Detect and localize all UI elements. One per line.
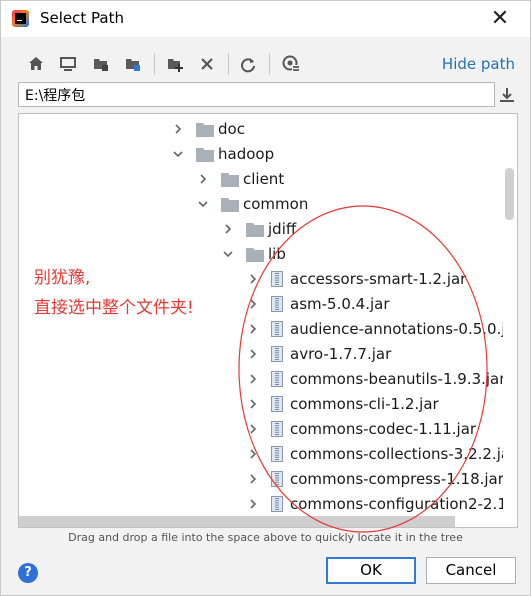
jar-icon: [271, 271, 283, 287]
toolbar-separator: [228, 53, 229, 75]
chevron-right-icon[interactable]: [247, 423, 259, 435]
tree-row[interactable]: avro-1.7.7.jar: [19, 342, 503, 367]
path-input[interactable]: [19, 83, 494, 106]
help-icon[interactable]: ?: [18, 563, 38, 583]
chevron-right-icon[interactable]: [222, 223, 234, 235]
jar-icon: [271, 371, 283, 387]
tree-item-label: commons-codec-1.11.jar: [290, 420, 477, 438]
tree-item-label: client: [243, 170, 285, 188]
chevron-down-icon[interactable]: [222, 248, 234, 260]
folder-icon: [221, 173, 239, 187]
vertical-scrollbar-thumb[interactable]: [505, 168, 514, 220]
dialog-title: Select Path: [40, 9, 124, 27]
horizontal-scrollbar-thumb[interactable]: [19, 516, 455, 527]
tree-row[interactable]: common: [19, 192, 503, 217]
jar-icon: [271, 421, 283, 437]
project-folder-icon[interactable]: [91, 54, 111, 74]
tree-item-label: commons-cli-1.2.jar: [290, 395, 439, 413]
delete-icon[interactable]: [197, 54, 217, 74]
annotation-line-2: 直接选中整个文件夹!: [34, 298, 194, 318]
annotation-line-1: 别犹豫,: [34, 268, 91, 288]
new-folder-icon[interactable]: [165, 54, 185, 74]
tree-row[interactable]: commons-collections-3.2.2.jar: [19, 442, 516, 467]
folder-icon: [246, 248, 264, 262]
horizontal-scrollbar[interactable]: [19, 515, 517, 527]
tree-row[interactable]: commons-configuration2-2.1.1: [19, 492, 517, 517]
show-hidden-icon[interactable]: [281, 54, 301, 74]
tree-item-label: avro-1.7.7.jar: [290, 345, 392, 363]
tree-row[interactable]: commons-beanutils-1.9.3.jar: [19, 367, 506, 392]
tree-item-label: common: [243, 195, 309, 213]
tree-row[interactable]: client: [19, 167, 503, 192]
vertical-scrollbar[interactable]: [503, 114, 517, 527]
chevron-right-icon[interactable]: [172, 123, 184, 135]
jar-icon: [271, 471, 283, 487]
chevron-right-icon[interactable]: [247, 273, 259, 285]
tree-item-label: commons-configuration2-2.1.1: [290, 495, 518, 513]
chevron-right-icon[interactable]: [247, 473, 259, 485]
chevron-right-icon[interactable]: [247, 298, 259, 310]
home-icon[interactable]: [26, 54, 46, 74]
refresh-icon[interactable]: [238, 54, 258, 74]
tree-item-label: lib: [268, 245, 286, 263]
tree-row[interactable]: commons-cli-1.2.jar: [19, 392, 503, 417]
tree-item-label: asm-5.0.4.jar: [290, 295, 390, 313]
jar-icon: [271, 296, 283, 312]
tree-item-label: accessors-smart-1.2.jar: [290, 270, 467, 288]
jar-icon: [271, 496, 283, 512]
close-button[interactable]: ✕: [488, 7, 512, 31]
chevron-right-icon[interactable]: [247, 398, 259, 410]
toolbar-separator: [269, 53, 270, 75]
tree-row[interactable]: jdiff: [19, 217, 503, 242]
jar-icon: [271, 396, 283, 412]
hide-path-link[interactable]: Hide path: [442, 55, 515, 73]
jar-icon: [271, 321, 283, 337]
chevron-right-icon[interactable]: [247, 373, 259, 385]
tree-item-label: hadoop: [218, 145, 275, 163]
folder-icon: [196, 148, 214, 162]
jar-icon: [271, 346, 283, 362]
download-icon[interactable]: [497, 85, 517, 105]
tree-item-label: doc: [218, 120, 245, 138]
path-field-container: [18, 82, 495, 107]
tree-item-label: commons-beanutils-1.9.3.jar: [290, 370, 506, 388]
module-folder-icon[interactable]: [123, 54, 143, 74]
select-path-dialog: Select Path ✕ Hide path E:\程序包 doc hadoo…: [0, 0, 531, 596]
folder-icon: [196, 123, 214, 137]
intellij-app-icon: [12, 10, 29, 27]
desktop-icon[interactable]: [58, 54, 78, 74]
tree-row[interactable]: doc: [19, 117, 503, 142]
tree-item-label: commons-compress-1.18.jar: [290, 470, 504, 488]
jar-icon: [271, 446, 283, 462]
chevron-right-icon[interactable]: [197, 173, 209, 185]
tree-row[interactable]: commons-compress-1.18.jar: [19, 467, 504, 492]
drag-drop-hint: Drag and drop a file into the space abov…: [68, 531, 463, 544]
annotation-text: 别犹豫, 直接选中整个文件夹!: [34, 263, 194, 323]
chevron-right-icon[interactable]: [247, 448, 259, 460]
toolbar: Hide path: [1, 45, 530, 81]
tree-row[interactable]: commons-codec-1.11.jar: [19, 417, 503, 442]
tree-item-label: jdiff: [268, 220, 297, 238]
chevron-right-icon[interactable]: [247, 498, 259, 510]
folder-icon: [221, 198, 239, 212]
tree-row[interactable]: hadoop: [19, 142, 503, 167]
folder-icon: [246, 223, 264, 237]
title-bar: Select Path ✕: [1, 1, 530, 37]
toolbar-separator: [154, 53, 155, 75]
chevron-right-icon[interactable]: [247, 348, 259, 360]
chevron-down-icon[interactable]: [172, 148, 184, 160]
chevron-down-icon[interactable]: [197, 198, 209, 210]
tree-item-label: audience-annotations-0.5.0.jar: [290, 320, 518, 338]
tree-item-label: commons-collections-3.2.2.jar: [290, 445, 517, 463]
chevron-right-icon[interactable]: [247, 323, 259, 335]
cancel-button[interactable]: Cancel: [426, 557, 516, 584]
ok-button[interactable]: OK: [326, 557, 416, 584]
